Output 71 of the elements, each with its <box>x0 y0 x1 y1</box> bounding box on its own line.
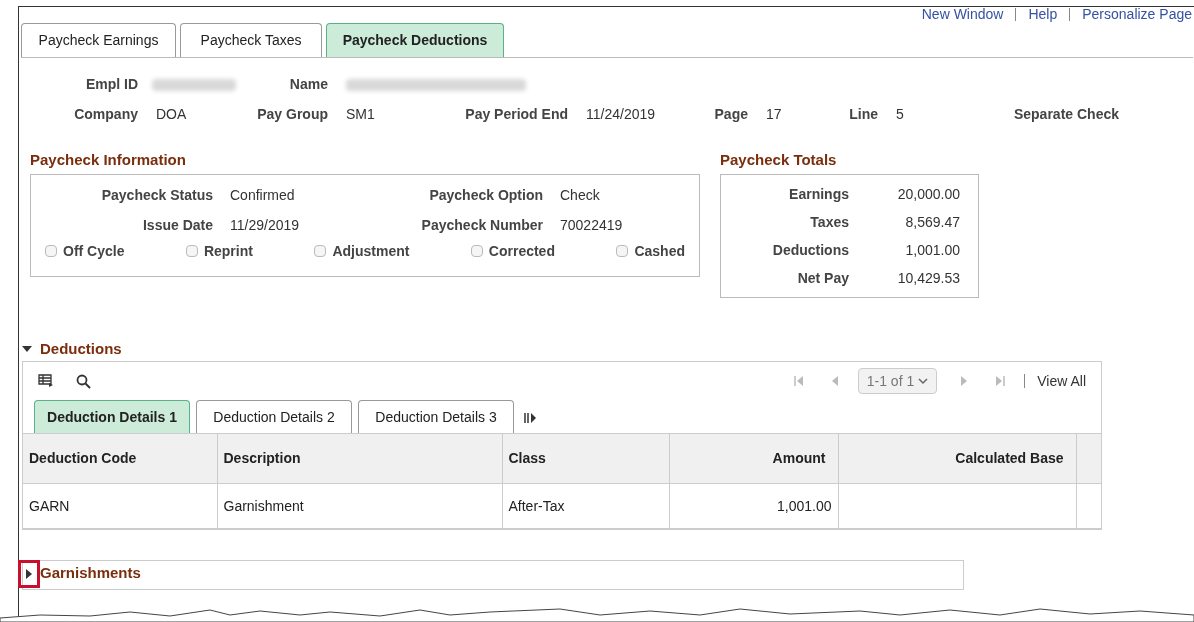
field-value: Confirmed <box>230 185 296 205</box>
checkbox[interactable] <box>314 245 327 257</box>
table-cell: Garnishment <box>223 497 304 514</box>
section-title: Deductions <box>40 338 122 359</box>
field-label: Paycheck Status <box>100 185 213 205</box>
header-link[interactable]: Help <box>1028 6 1058 22</box>
column-header[interactable]: Description <box>217 433 502 484</box>
field-label: Paycheck Option <box>428 185 543 205</box>
field-value: 5 <box>896 105 905 124</box>
column-header[interactable]: Deduction Code <box>23 433 217 484</box>
table-cell: GARN <box>29 497 70 514</box>
checkbox-label: Off Cycle <box>63 241 125 261</box>
checkbox[interactable] <box>470 245 483 257</box>
show-all-columns-icon[interactable] <box>524 412 537 424</box>
checkbox-label: Adjustment <box>332 241 410 261</box>
pager-dropdown[interactable]: 1-1 of 1 <box>857 368 938 394</box>
tab[interactable]: Paycheck Taxes <box>180 23 322 57</box>
tab[interactable]: Paycheck Deductions <box>326 23 504 57</box>
grid-icon[interactable] <box>38 374 54 388</box>
column-header[interactable]: Amount <box>669 433 838 484</box>
field-label: Pay Group <box>256 105 328 124</box>
field-label: Separate Check <box>1012 105 1120 124</box>
header-link[interactable]: New Window <box>921 6 1004 22</box>
search-icon[interactable] <box>76 373 91 389</box>
checkbox-label: Cashed <box>634 241 685 261</box>
total-label: Taxes <box>809 212 849 232</box>
total-value: 10,429.53 <box>896 268 961 288</box>
total-label: Deductions <box>771 240 849 260</box>
total-label: Earnings <box>788 184 849 204</box>
section-title: Paycheck Totals <box>720 150 838 170</box>
field-value: 11/24/2019 <box>586 105 657 124</box>
tab[interactable]: Deduction Details 2 <box>196 400 352 433</box>
total-value: 8,569.47 <box>904 212 961 232</box>
total-value: 20,000.00 <box>896 184 961 204</box>
checkbox[interactable] <box>185 245 198 257</box>
column-header[interactable]: Class <box>502 433 669 484</box>
field-label: Company <box>73 105 138 124</box>
table-cell: 1,001.00 <box>777 497 832 514</box>
field-label: Line <box>848 105 878 124</box>
last-page-icon[interactable] <box>994 375 1007 387</box>
checkbox[interactable] <box>616 245 629 257</box>
field-value: Check <box>560 185 601 205</box>
checkbox-label: Corrected <box>488 241 555 261</box>
header-link[interactable]: Personalize Page <box>1082 6 1192 22</box>
checkbox-label: Reprint <box>203 241 253 261</box>
field-value: 11/29/2019 <box>230 215 301 235</box>
column-header[interactable]: Calculated Base <box>838 433 1076 484</box>
section-title: Garnishments <box>40 563 141 583</box>
field-label: Pay Period End <box>464 105 568 124</box>
total-label: Net Pay <box>796 268 849 288</box>
field-value: SM1 <box>346 105 376 124</box>
field-label: Empl ID <box>84 75 138 94</box>
field-label: Paycheck Number <box>420 215 543 235</box>
tab[interactable]: Paycheck Earnings <box>21 23 176 57</box>
view-all-link[interactable]: View All <box>1037 370 1086 392</box>
checkbox[interactable] <box>45 245 57 257</box>
first-page-icon[interactable] <box>792 375 805 387</box>
tab[interactable]: Deduction Details 3 <box>358 400 514 433</box>
field-label: Issue Date <box>141 215 213 235</box>
table-cell: After-Tax <box>508 497 565 514</box>
field-value: 17 <box>766 105 783 124</box>
tab[interactable]: Deduction Details 1 <box>34 400 190 433</box>
field-value: 70022419 <box>560 215 624 235</box>
field-label: Name <box>288 75 328 94</box>
section-title: Paycheck Information <box>30 150 187 170</box>
field-label: Page <box>713 105 748 124</box>
caret-down-icon[interactable] <box>22 343 32 354</box>
chevron-down-icon <box>918 377 929 385</box>
caret-right-icon[interactable] <box>24 569 34 579</box>
field-value: DOA <box>156 105 188 124</box>
total-value: 1,001.00 <box>904 240 961 260</box>
